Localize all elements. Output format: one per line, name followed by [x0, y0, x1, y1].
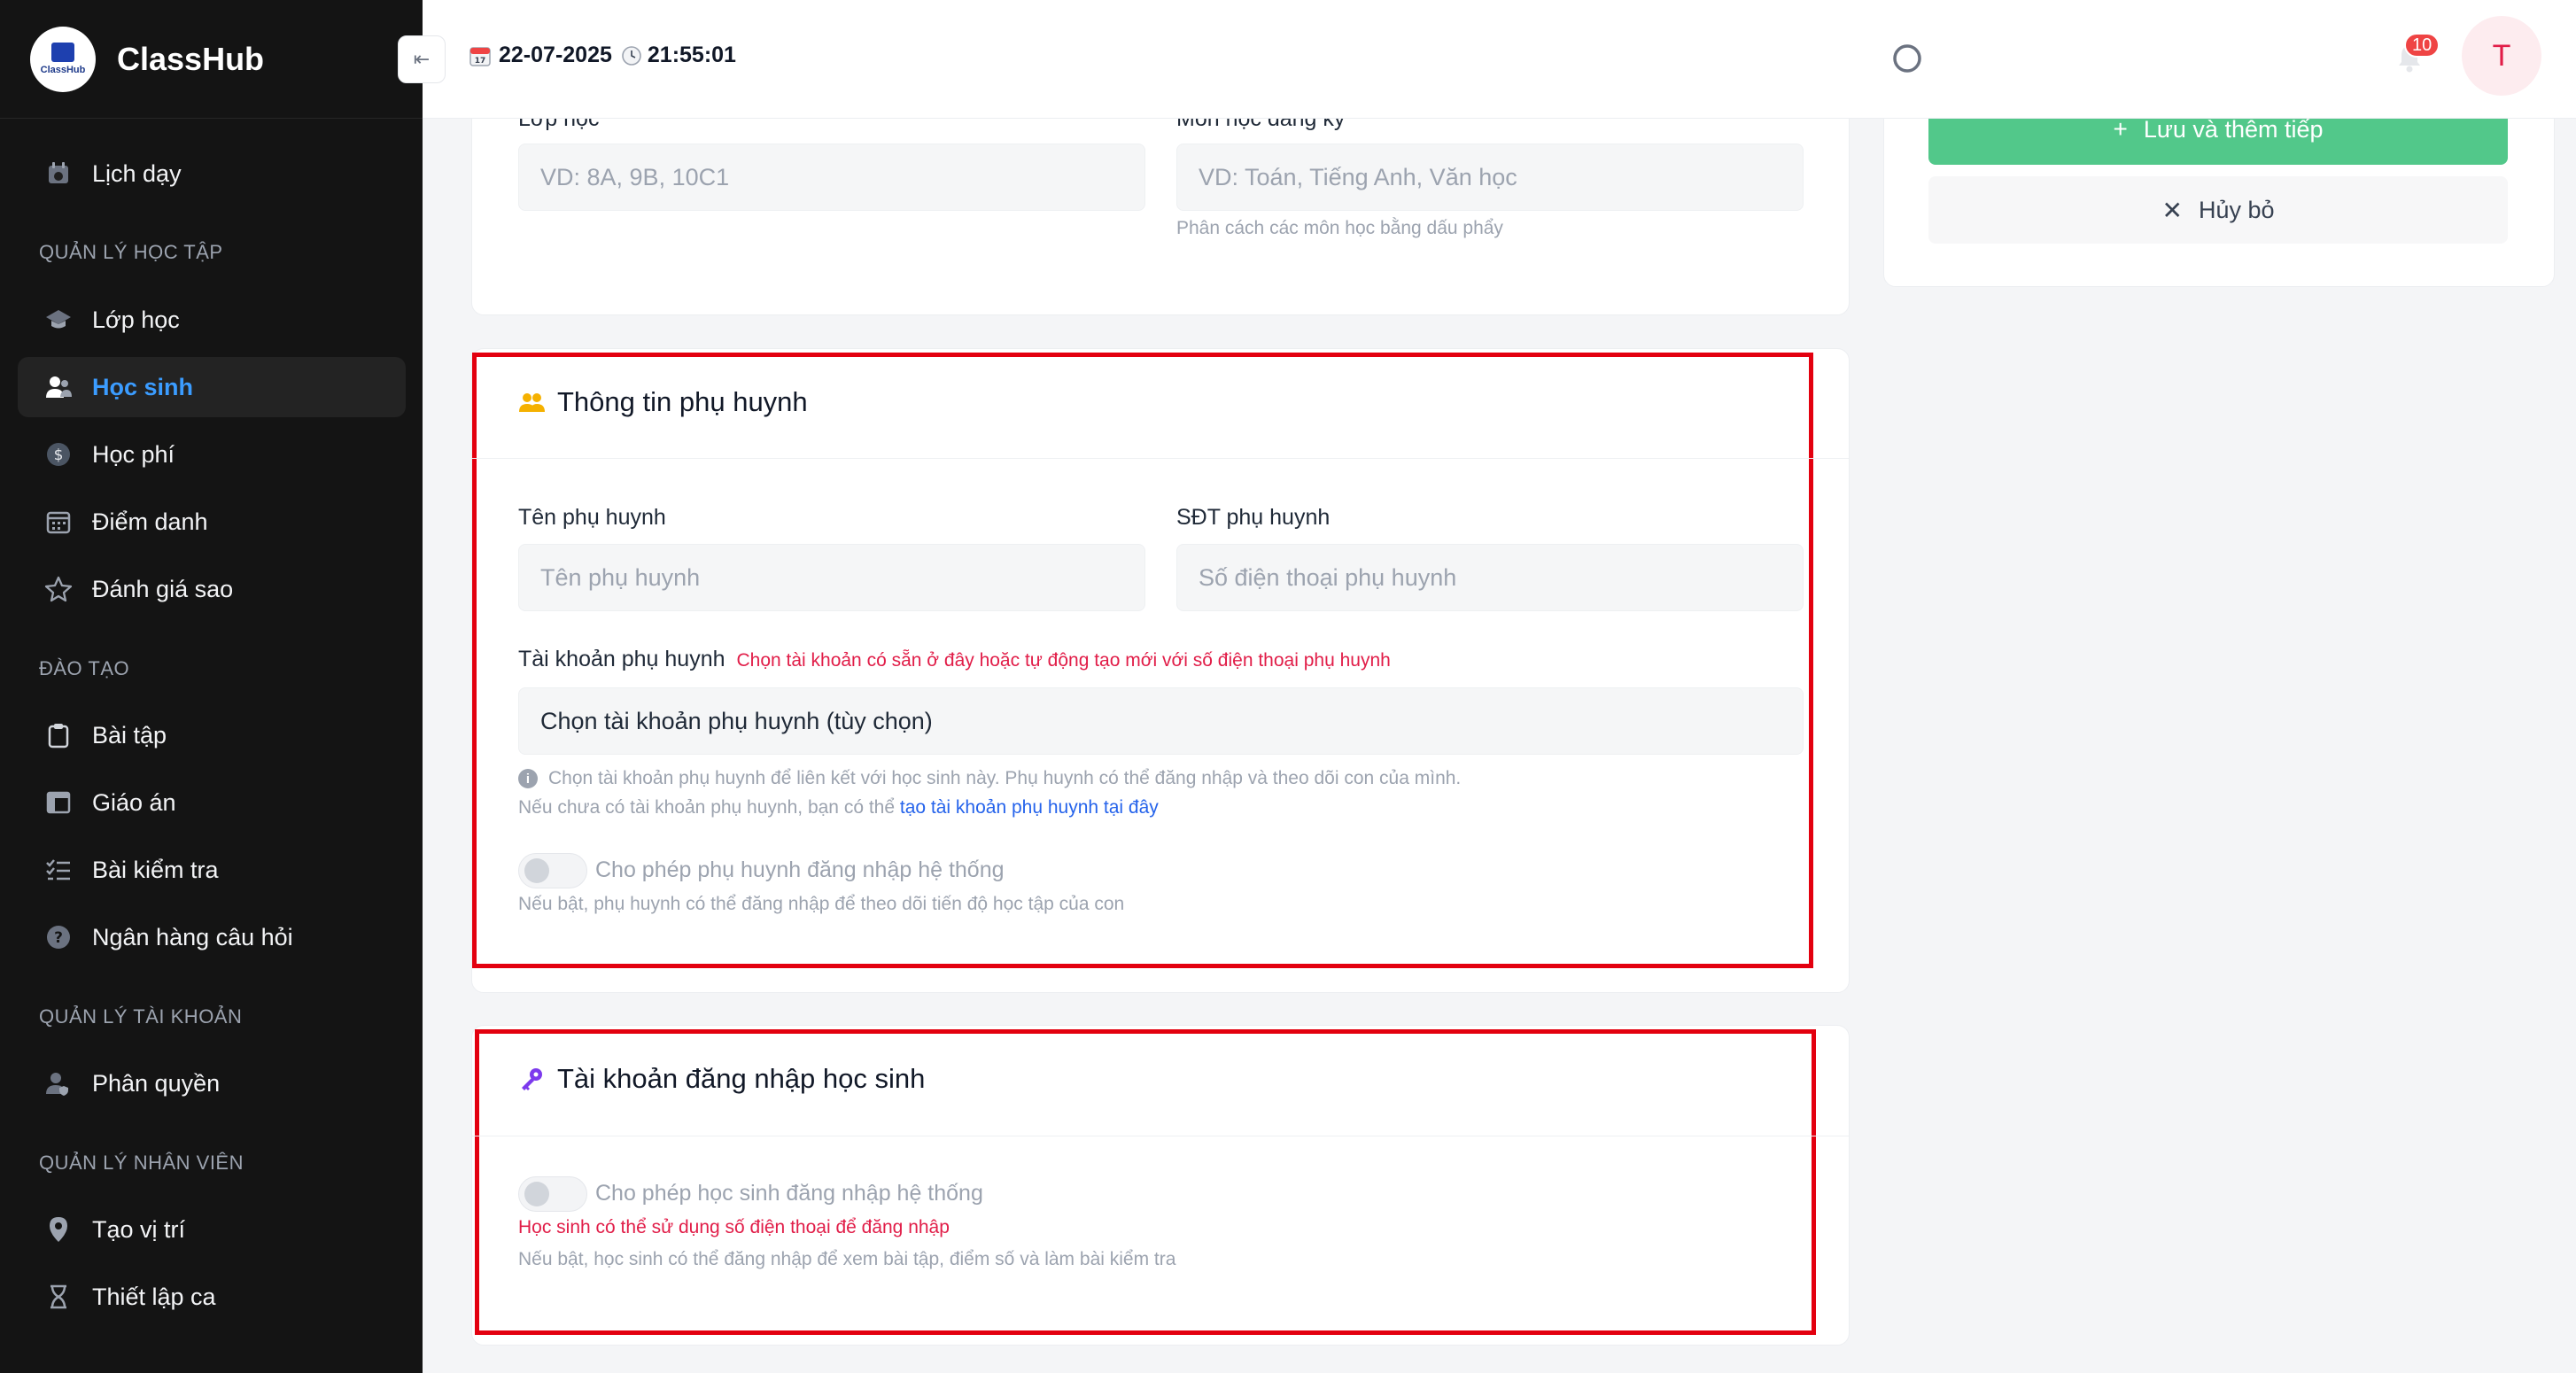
sidebar-item-label: Lớp học — [92, 306, 180, 333]
calendar-grid-icon — [44, 508, 73, 536]
subject-hint: Phân cách các môn học bằng dấu phẩy — [1176, 218, 1503, 238]
users-icon — [519, 393, 545, 412]
parent-name-input[interactable]: Tên phụ huynh — [518, 544, 1145, 611]
divider — [472, 458, 1849, 459]
brand[interactable]: ClassHub ClassHub — [0, 0, 423, 119]
dollar-circle-icon: $ — [44, 440, 73, 469]
create-parent-account-link[interactable]: tạo tài khoản phụ huynh tại đây — [900, 797, 1159, 818]
arrow-left-icon: ⇤ — [413, 48, 431, 70]
sidebar-item-label: Phân quyền — [92, 1069, 221, 1097]
close-icon: ✕ — [2161, 196, 2183, 224]
parent-phone-input[interactable]: Số điện thoại phụ huynh — [1176, 544, 1804, 611]
sidebar-item-diem-danh[interactable]: Điểm danh — [18, 492, 406, 552]
clipboard-icon — [44, 721, 73, 749]
sidebar-item-ngan-hang-cau-hoi[interactable]: ? Ngân hàng câu hỏi — [18, 907, 406, 967]
checklist-icon — [44, 856, 73, 884]
notification-badge: 10 — [2404, 33, 2440, 58]
parent-login-hint: Nếu bật, phụ huynh có thể đăng nhập để t… — [518, 894, 1125, 914]
section-label-dao-tao: ĐÀO TẠO — [39, 657, 130, 679]
cancel-button[interactable]: ✕ Hủy bỏ — [1928, 176, 2508, 244]
top-bar: ⇤ 17 22-07-2025 21:55:01 — [398, 0, 2576, 119]
sidebar-item-label: Thiết lập ca — [92, 1283, 216, 1310]
graduation-cap-icon — [44, 306, 73, 334]
sidebar-item-label: Giáo án — [92, 788, 176, 816]
parent-login-toggle[interactable] — [518, 853, 587, 888]
svg-text:?: ? — [54, 929, 63, 947]
parent-phone-label: SĐT phụ huynh — [1176, 505, 1331, 530]
users-icon — [44, 373, 73, 401]
sidebar-item-danh-gia-sao[interactable]: Đánh giá sao — [18, 559, 406, 619]
calendar-icon: 17 — [469, 46, 491, 66]
parent-account-info: i Chọn tài khoản phụ huynh để liên kết vớ… — [518, 768, 1461, 789]
map-pin-icon — [44, 1215, 73, 1244]
student-login-hint: Nếu bật, học sinh có thể đăng nhập để xe… — [518, 1249, 1176, 1269]
class-input[interactable]: VD: 8A, 9B, 10C1 — [518, 144, 1145, 211]
section-label-tai-khoan: QUẢN LÝ TÀI KHOẢN — [39, 1005, 243, 1028]
parent-account-info-line1: Chọn tài khoản phụ huynh để liên kết với… — [548, 768, 1462, 788]
sidebar-item-label: Học phí — [92, 440, 175, 468]
sidebar-item-label: Bài tập — [92, 721, 167, 749]
hourglass-icon — [44, 1283, 73, 1311]
layout-icon — [44, 788, 73, 817]
student-login-toggle[interactable] — [518, 1176, 587, 1212]
student-login-toggle-label: Cho phép học sinh đăng nhập hệ thống — [595, 1181, 983, 1206]
parent-info-title: Thông tin phụ huynh — [518, 386, 808, 418]
sidebar-item-lich-day[interactable]: Lịch dạy — [18, 144, 406, 204]
parent-info-title-text: Thông tin phụ huynh — [557, 386, 808, 417]
sidebar-item-phan-quyen[interactable]: Phân quyền — [18, 1053, 406, 1113]
parent-name-label: Tên phụ huynh — [518, 505, 666, 530]
parent-account-label-text: Tài khoản phụ huynh — [518, 647, 725, 671]
parent-account-label: Tài khoản phụ huynh Chọn tài khoản có sẵ… — [518, 647, 1391, 672]
app-name: ClassHub — [117, 40, 265, 77]
collapse-sidebar-button[interactable]: ⇤ — [398, 35, 446, 83]
sidebar-item-label: Tạo vị trí — [92, 1215, 186, 1243]
current-date: 22-07-2025 — [499, 43, 612, 67]
parent-account-info-line2: Nếu chưa có tài khoản phụ huynh, bạn có … — [518, 797, 1159, 818]
sidebar-item-label: Đánh giá sao — [92, 575, 234, 602]
subject-input[interactable]: VD: Toán, Tiếng Anh, Văn học — [1176, 144, 1804, 211]
user-shield-icon — [44, 1069, 73, 1098]
sidebar-item-label: Ngân hàng câu hỏi — [92, 923, 293, 950]
student-login-title-text: Tài khoản đăng nhập học sinh — [557, 1063, 926, 1094]
toggle-knob — [524, 858, 549, 883]
sidebar: ClassHub ClassHub Lịch dạy QUẢN LÝ HỌC T… — [0, 0, 423, 1373]
key-icon — [522, 1068, 542, 1090]
current-time: 21:55:01 — [647, 43, 736, 67]
calendar-clock-icon — [44, 159, 73, 188]
section-label-nhan-vien: QUẢN LÝ NHÂN VIÊN — [39, 1152, 244, 1174]
sidebar-item-bai-kiem-tra[interactable]: Bài kiểm tra — [18, 840, 406, 900]
student-login-title: Tài khoản đăng nhập học sinh — [518, 1063, 925, 1095]
sidebar-item-label: Bài kiểm tra — [92, 856, 219, 883]
parent-account-note: Chọn tài khoản có sẵn ở đây hoặc tự động… — [736, 650, 1391, 671]
sidebar-item-label: Lịch dạy — [92, 159, 182, 187]
sidebar-item-giao-an[interactable]: Giáo án — [18, 772, 406, 833]
sidebar-item-label: Điểm danh — [92, 508, 208, 535]
sidebar-item-label: Học sinh — [92, 373, 194, 400]
plus-icon: + — [2113, 115, 2128, 143]
parent-account-info-prefix: Nếu chưa có tài khoản phụ huynh, bạn có … — [518, 797, 896, 818]
question-circle-icon: ? — [44, 923, 73, 951]
search-icon[interactable] — [1889, 41, 1925, 76]
sidebar-item-thiet-lap-ca[interactable]: Thiết lập ca — [18, 1267, 406, 1327]
classhub-logo: ClassHub — [30, 26, 96, 92]
avatar[interactable]: T — [2462, 16, 2541, 96]
info-icon: i — [518, 769, 538, 789]
toggle-knob — [524, 1182, 549, 1206]
section-label-hoc-tap: QUẢN LÝ HỌC TẬP — [39, 241, 223, 263]
student-login-phone-hint: Học sinh có thể sử dụng số điện thoại để… — [518, 1217, 950, 1237]
sidebar-item-bai-tap[interactable]: Bài tập — [18, 705, 406, 765]
sidebar-item-tao-vi-tri[interactable]: Tạo vị trí — [18, 1199, 406, 1260]
star-icon — [44, 575, 73, 603]
svg-text:$: $ — [54, 446, 64, 464]
parent-login-toggle-label: Cho phép phụ huynh đăng nhập hệ thống — [595, 857, 1005, 882]
date-time: 17 22-07-2025 21:55:01 — [469, 43, 736, 68]
sidebar-item-hoc-phi[interactable]: $ Học phí — [18, 424, 406, 485]
svg-text:17: 17 — [475, 57, 486, 66]
clock-icon — [622, 45, 641, 66]
parent-account-select[interactable]: Chọn tài khoản phụ huynh (tùy chọn) — [518, 687, 1804, 755]
sidebar-item-lop-hoc[interactable]: Lớp học — [18, 290, 406, 350]
sidebar-item-hoc-sinh[interactable]: Học sinh — [18, 357, 406, 417]
save-and-continue-label: Lưu và thêm tiếp — [2143, 115, 2324, 143]
cancel-label: Hủy bỏ — [2198, 196, 2275, 223]
